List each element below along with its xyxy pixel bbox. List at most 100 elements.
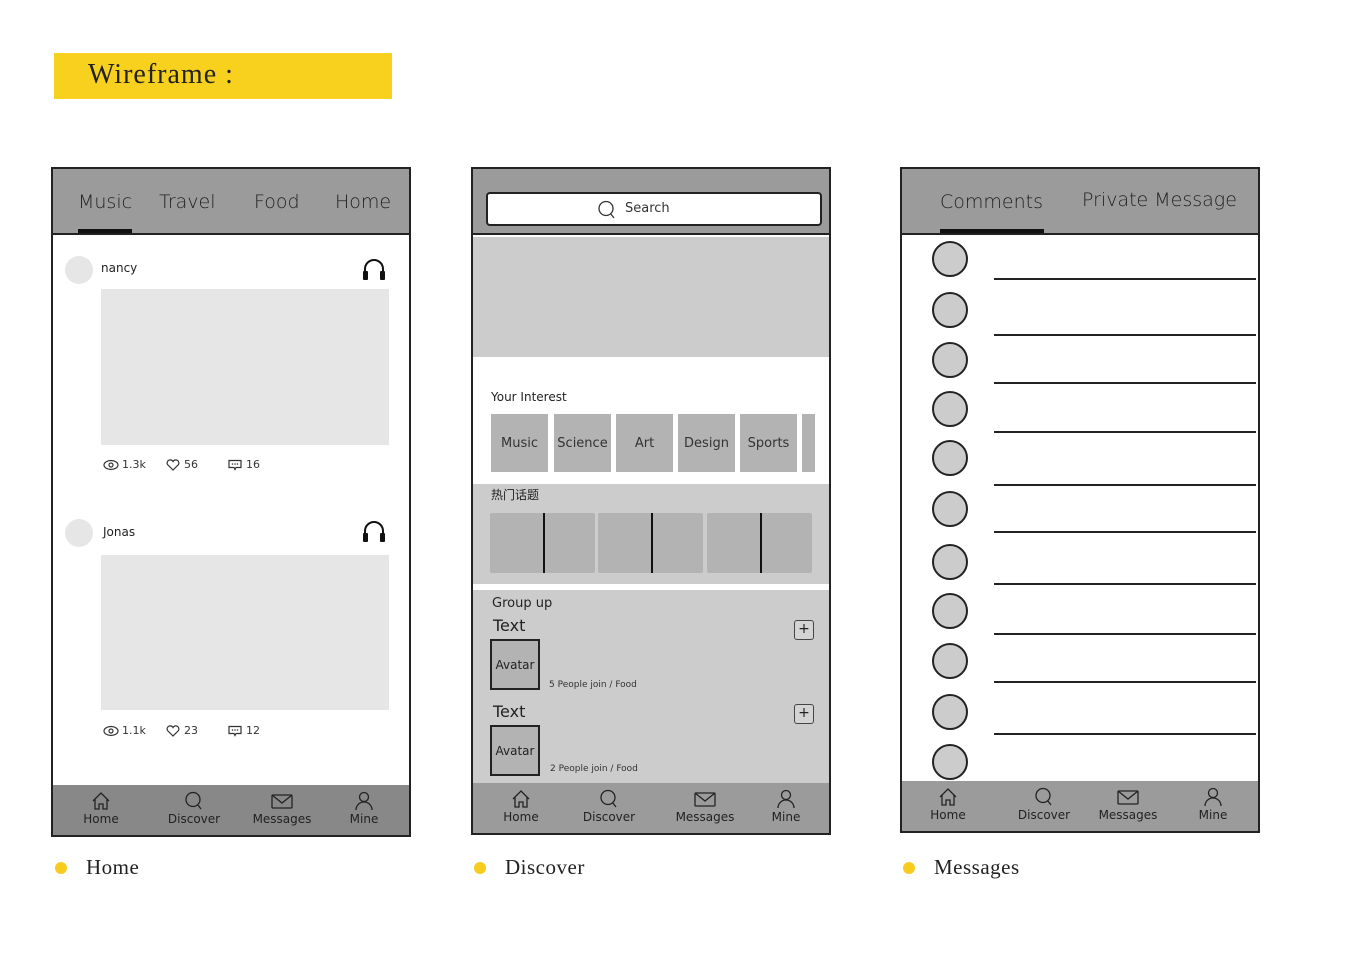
- hot-topics-label: 热门话题: [491, 488, 540, 502]
- group-meta: 5 People join / Food: [549, 680, 637, 690]
- bottom-nav: Home Discover Messages Mine: [473, 783, 829, 833]
- comment-avatar[interactable]: [932, 491, 968, 527]
- nav-messages[interactable]: Messages: [242, 791, 322, 826]
- likes-stat[interactable]: 23: [165, 724, 227, 737]
- group-title[interactable]: Text: [493, 616, 525, 635]
- group-meta: 2 People join / Food: [550, 764, 638, 774]
- heart-icon: [166, 724, 180, 737]
- comment-avatar[interactable]: [932, 342, 968, 378]
- avatar[interactable]: [65, 519, 93, 547]
- comment-avatar[interactable]: [932, 744, 968, 780]
- tab-home[interactable]: Home: [335, 191, 391, 213]
- active-tab-indicator: [940, 229, 1044, 233]
- hot-topic-card[interactable]: [490, 513, 595, 573]
- nav-discover[interactable]: Discover: [569, 789, 649, 824]
- bottom-nav: Home Discover Messages Mine: [902, 781, 1258, 831]
- post-image[interactable]: [101, 555, 389, 710]
- group-avatar[interactable]: Avatar: [490, 639, 540, 690]
- comment-line: [994, 583, 1256, 585]
- headphones-icon[interactable]: [361, 257, 387, 281]
- interest-tile-art[interactable]: Art: [616, 414, 673, 472]
- headphones-icon[interactable]: [361, 519, 387, 543]
- page-title: Wireframe :: [88, 59, 234, 90]
- nav-home[interactable]: Home: [908, 787, 988, 822]
- tab-comments[interactable]: Comments: [940, 191, 1043, 213]
- caption-messages: Messages: [903, 855, 1020, 880]
- bullet-dot: [903, 861, 915, 874]
- search-input[interactable]: Search: [486, 192, 822, 226]
- comment-icon: [228, 459, 242, 471]
- active-tab-indicator: [78, 229, 132, 233]
- interest-tile-more[interactable]: [802, 414, 815, 472]
- nav-home[interactable]: Home: [481, 789, 561, 824]
- comment-avatar[interactable]: [932, 440, 968, 476]
- banner-placeholder[interactable]: [473, 237, 829, 357]
- eye-icon: [103, 459, 119, 470]
- comment-icon: [228, 725, 242, 737]
- bottom-nav: Home Discover Messages Mine: [53, 785, 409, 835]
- divider: [759, 513, 762, 573]
- messages-screen: Comments Private Message Home Discover M…: [900, 167, 1260, 833]
- heart-icon: [166, 458, 180, 471]
- tab-private-message[interactable]: Private Message: [1082, 189, 1237, 211]
- group-title[interactable]: Text: [493, 702, 525, 721]
- search-icon: [1035, 787, 1052, 806]
- home-screen: Music Travel Food Home nancy 1.3k 56 16 …: [51, 167, 411, 837]
- comment-avatar[interactable]: [932, 593, 968, 629]
- comment-line: [994, 733, 1256, 735]
- divider: [542, 513, 545, 573]
- post-image[interactable]: [101, 289, 389, 445]
- comments-stat[interactable]: 16: [227, 458, 289, 471]
- comment-line: [994, 431, 1256, 433]
- home-topbar: Music Travel Food Home: [53, 169, 409, 235]
- bullet-dot: [55, 861, 67, 874]
- nav-messages[interactable]: Messages: [665, 789, 745, 824]
- post-username[interactable]: Jonas: [103, 525, 135, 539]
- views-stat: 1.3k: [103, 458, 165, 471]
- nav-mine[interactable]: Mine: [1173, 787, 1253, 822]
- user-icon: [777, 789, 795, 809]
- avatar[interactable]: [65, 256, 93, 284]
- comment-avatar[interactable]: [932, 391, 968, 427]
- nav-mine[interactable]: Mine: [324, 791, 404, 826]
- caption-home: Home: [55, 855, 139, 880]
- interest-tile-sports[interactable]: Sports: [740, 414, 797, 472]
- nav-messages[interactable]: Messages: [1088, 787, 1168, 822]
- hot-topic-card[interactable]: [707, 513, 812, 573]
- tab-music[interactable]: Music: [78, 191, 132, 213]
- interest-tile-design[interactable]: Design: [678, 414, 735, 472]
- mail-icon: [271, 794, 293, 809]
- eye-icon: [103, 725, 119, 736]
- search-icon: [598, 200, 615, 219]
- hot-topic-card[interactable]: [598, 513, 703, 573]
- nav-mine[interactable]: Mine: [746, 789, 826, 824]
- comment-avatar[interactable]: [932, 694, 968, 730]
- nav-discover[interactable]: Discover: [154, 791, 234, 826]
- nav-home[interactable]: Home: [61, 791, 141, 826]
- join-group-button[interactable]: +: [794, 704, 814, 724]
- post-username[interactable]: nancy: [101, 261, 137, 275]
- comments-stat[interactable]: 12: [227, 724, 289, 737]
- user-icon: [355, 791, 373, 811]
- tab-food[interactable]: Food: [254, 191, 300, 213]
- comment-line: [994, 278, 1256, 280]
- title-banner: Wireframe :: [54, 53, 392, 99]
- comment-avatar[interactable]: [932, 544, 968, 580]
- comment-line: [994, 531, 1256, 533]
- comment-avatar[interactable]: [932, 292, 968, 328]
- discover-screen: Search Your Interest Music Science Art D…: [471, 167, 831, 835]
- likes-stat[interactable]: 56: [165, 458, 227, 471]
- comment-line: [994, 334, 1256, 336]
- tab-travel[interactable]: Travel: [159, 191, 215, 213]
- interest-tile-science[interactable]: Science: [554, 414, 611, 472]
- group-avatar[interactable]: Avatar: [490, 725, 540, 776]
- comment-avatar[interactable]: [932, 241, 968, 277]
- user-icon: [1204, 787, 1222, 807]
- comment-line: [994, 633, 1256, 635]
- post-stats: 1.1k 23 12: [103, 724, 289, 737]
- interest-tile-music[interactable]: Music: [491, 414, 548, 472]
- join-group-button[interactable]: +: [794, 620, 814, 640]
- views-stat: 1.1k: [103, 724, 165, 737]
- comment-avatar[interactable]: [932, 643, 968, 679]
- nav-discover[interactable]: Discover: [1004, 787, 1084, 822]
